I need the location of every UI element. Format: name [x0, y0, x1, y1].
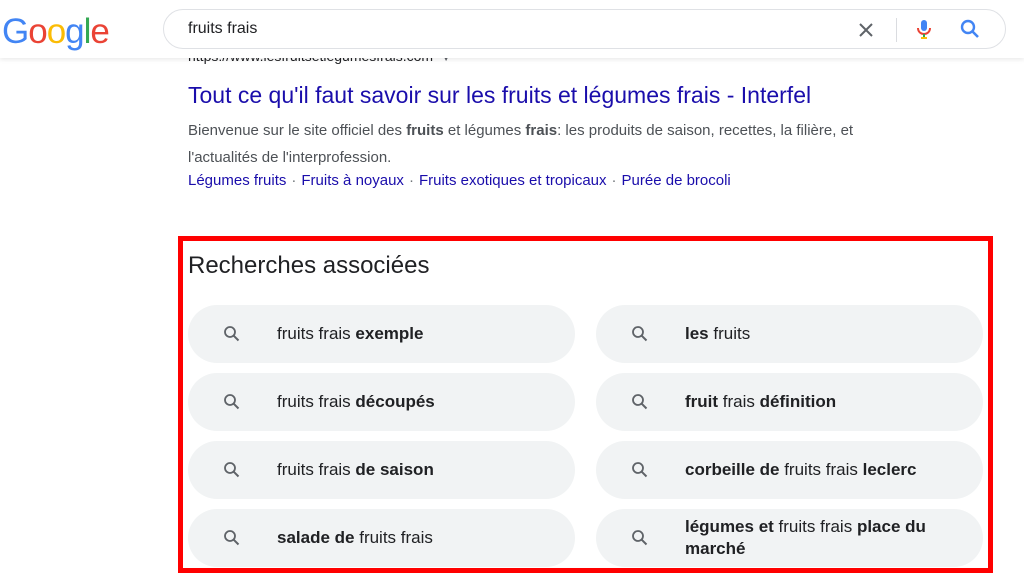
related-search-chip[interactable]: fruit frais définition	[596, 373, 983, 431]
bold-text: leclerc	[862, 460, 917, 479]
result-title-link[interactable]: Tout ce qu'il faut savoir sur les fruits…	[188, 82, 811, 109]
search-icon	[630, 528, 650, 548]
related-search-chip[interactable]: les fruits	[596, 305, 983, 363]
text-part: Bienvenue sur le site officiel des	[188, 122, 407, 139]
related-search-label: fruits frais exemple	[277, 323, 557, 345]
search-icon	[222, 392, 242, 412]
text-part: fruits frais	[277, 324, 356, 343]
text-part: fruits	[708, 324, 751, 343]
search-header: Google fruits frais	[0, 0, 1024, 58]
bold-text: exemple	[355, 324, 424, 343]
bold-text: définition	[759, 392, 837, 411]
search-icon	[222, 528, 242, 548]
search-icon	[222, 460, 242, 480]
search-input[interactable]: fruits frais	[188, 20, 257, 38]
sitelink-separator: ·	[291, 172, 297, 189]
result-sitelinks: Légumes fruits · Fruits à noyaux · Fruits ex…	[188, 172, 731, 189]
text-part: et légumes	[443, 122, 526, 139]
related-search-label: salade de fruits frais	[277, 527, 557, 549]
related-search-label: fruits frais de saison	[277, 459, 557, 481]
related-search-chip[interactable]: corbeille de fruits frais leclerc	[596, 441, 983, 499]
bold-text: salade de	[277, 528, 355, 547]
related-search-chip[interactable]: légumes et fruits frais place du marché	[596, 509, 983, 567]
bold-text: frais	[525, 122, 558, 139]
bold-text: légumes et	[685, 517, 774, 536]
bold-text: fruit	[685, 392, 719, 411]
text-part: frais	[718, 392, 760, 411]
sitelink-separator: ·	[611, 172, 617, 189]
sitelink-separator: ·	[408, 172, 414, 189]
related-search-chip[interactable]: fruits frais de saison	[188, 441, 575, 499]
related-search-label: les fruits	[685, 323, 965, 345]
bold-text: fruits	[406, 122, 444, 139]
related-searches-title: Recherches associées	[188, 252, 430, 279]
search-icon	[630, 392, 650, 412]
microphone-icon[interactable]	[912, 17, 936, 41]
sitelink[interactable]: Légumes fruits	[188, 172, 286, 189]
sitelink[interactable]: Fruits exotiques et tropicaux	[419, 172, 607, 189]
logo-letter: G	[2, 12, 29, 51]
bold-text: découpés	[355, 392, 435, 411]
result-snippet: Bienvenue sur le site officiel des fruit…	[188, 117, 888, 171]
related-search-chip[interactable]: salade de fruits frais	[188, 509, 575, 567]
search-icon[interactable]	[958, 17, 982, 41]
text-part: fruits frais	[277, 392, 356, 411]
bold-text: corbeille de	[685, 460, 780, 479]
text-part: fruits frais	[773, 517, 857, 536]
logo-letter: e	[90, 12, 109, 51]
related-search-chip[interactable]: fruits frais exemple	[188, 305, 575, 363]
search-divider	[896, 18, 897, 42]
search-box[interactable]: fruits frais	[163, 9, 1006, 49]
related-search-label: légumes et fruits frais place du marché	[685, 516, 965, 560]
bold-text: de saison	[355, 460, 434, 479]
search-icon	[630, 324, 650, 344]
related-search-label: corbeille de fruits frais leclerc	[685, 459, 965, 481]
logo-letter: o	[28, 12, 47, 51]
google-logo[interactable]: Google	[2, 10, 110, 54]
text-part: fruits frais	[354, 528, 433, 547]
related-search-chip[interactable]: fruits frais découpés	[188, 373, 575, 431]
bold-text: les	[685, 324, 709, 343]
search-icon	[222, 324, 242, 344]
related-search-label: fruits frais découpés	[277, 391, 557, 413]
close-icon[interactable]	[854, 18, 878, 42]
logo-letter: o	[46, 12, 66, 51]
sitelink[interactable]: Fruits à noyaux	[301, 172, 404, 189]
sitelink[interactable]: Purée de brocoli	[622, 172, 731, 189]
search-icon	[630, 460, 650, 480]
text-part: fruits frais	[779, 460, 863, 479]
related-search-label: fruit frais définition	[685, 391, 965, 413]
text-part: fruits frais	[277, 460, 356, 479]
logo-letter: g	[65, 12, 84, 51]
